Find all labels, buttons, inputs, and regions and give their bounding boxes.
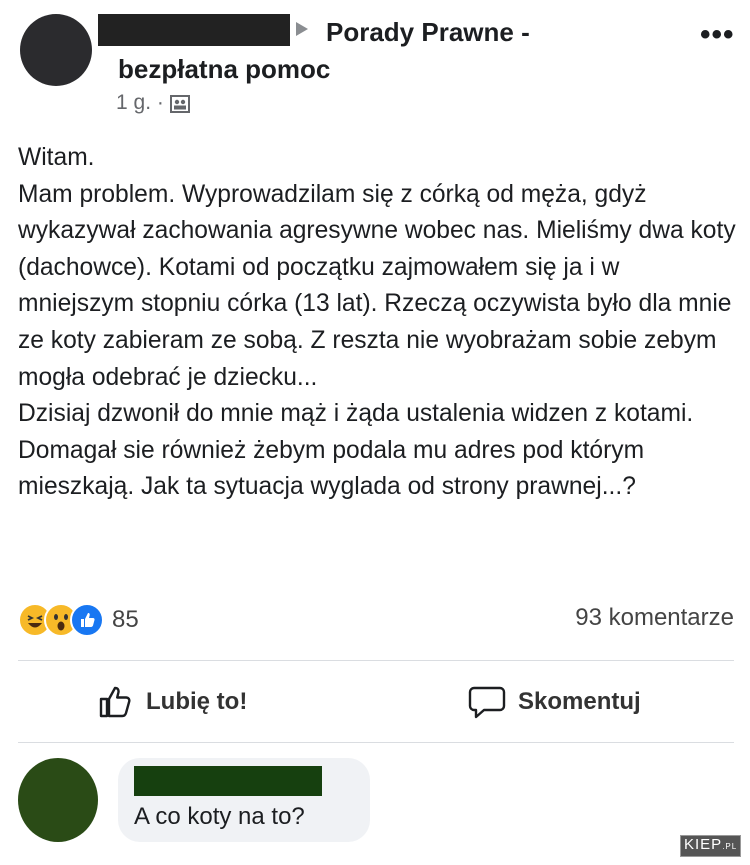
divider [18,742,734,743]
redacted-commenter-name [134,766,322,796]
comments-count[interactable]: 93 komentarze [575,604,734,632]
comment-icon [468,684,506,720]
group-members-icon [169,93,190,113]
comment-button[interactable]: Skomentuj [468,680,641,724]
reactions-summary[interactable]: 85 [18,600,139,640]
like-reaction-icon [70,603,104,637]
like-button[interactable]: Lubię to! [98,680,247,724]
thumbs-up-icon [98,684,134,720]
redacted-author-name [98,14,290,46]
comment-text: A co koty na to? [134,803,305,830]
more-options-icon[interactable]: ••• [700,20,735,50]
author-avatar[interactable] [20,14,92,86]
group-name[interactable]: Porady Prawne - [326,14,530,50]
post-time[interactable]: 1 g. · [116,88,164,118]
post-body: Witam. Mam problem. Wyprowadzilam się z … [18,144,736,501]
commenter-avatar[interactable] [18,758,98,842]
reaction-count: 85 [112,606,139,633]
arrow-right-icon [296,22,308,36]
comment-label: Skomentuj [518,688,641,715]
divider [18,660,734,661]
group-name-continued[interactable]: bezpłatna pomoc [118,52,330,86]
post-header: Porady Prawne - bezpłatna pomoc 1 g. · •… [0,0,750,130]
like-label: Lubię to! [146,688,248,715]
site-watermark: KIEP.PL [680,835,742,857]
post-meta: 1 g. · [116,88,190,118]
